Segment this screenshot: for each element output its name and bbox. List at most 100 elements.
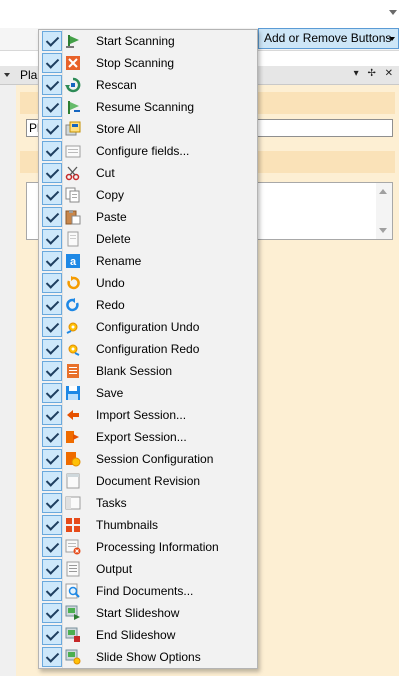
checkmark-icon[interactable] bbox=[42, 625, 62, 645]
menu-item-find-documents[interactable]: Find Documents... bbox=[40, 580, 256, 602]
menu-item-session-configuration[interactable]: Session Configuration bbox=[40, 448, 256, 470]
checkmark-icon[interactable] bbox=[42, 97, 62, 117]
menu-item-slide-show-options[interactable]: Slide Show Options bbox=[40, 646, 256, 668]
chevron-down-icon bbox=[389, 37, 395, 41]
checkmark-icon[interactable] bbox=[42, 559, 62, 579]
menu-item-label: Rename bbox=[96, 254, 142, 268]
delete-icon bbox=[65, 231, 81, 247]
checkmark-icon[interactable] bbox=[42, 163, 62, 183]
checkmark-icon[interactable] bbox=[42, 229, 62, 249]
menu-item-end-slideshow[interactable]: End Slideshow bbox=[40, 624, 256, 646]
paste-icon bbox=[65, 209, 81, 225]
checkmark-icon[interactable] bbox=[42, 75, 62, 95]
checkmark-icon[interactable] bbox=[42, 185, 62, 205]
menu-item-start-scanning[interactable]: Start Scanning bbox=[40, 30, 256, 52]
menu-item-label: Copy bbox=[96, 188, 125, 202]
configuration-undo-icon bbox=[65, 319, 81, 335]
chevron-down-icon[interactable] bbox=[4, 73, 10, 77]
menu-item-label: Start Scanning bbox=[96, 34, 175, 48]
menu-item-copy[interactable]: Copy bbox=[40, 184, 256, 206]
menu-item-label: Thumbnails bbox=[96, 518, 159, 532]
scroll-down-icon[interactable] bbox=[379, 228, 387, 233]
add-or-remove-buttons-button[interactable]: Add or Remove Buttons bbox=[258, 28, 399, 49]
scissors-icon bbox=[65, 165, 81, 181]
window-top-strip bbox=[0, 0, 399, 29]
menu-item-stop-scanning[interactable]: Stop Scanning bbox=[40, 52, 256, 74]
menu-item-cut[interactable]: Cut bbox=[40, 162, 256, 184]
start-scanning-icon bbox=[65, 33, 81, 49]
menu-item-export-session[interactable]: Export Session... bbox=[40, 426, 256, 448]
checkmark-icon[interactable] bbox=[42, 405, 62, 425]
start-slideshow-icon bbox=[65, 605, 81, 621]
menu-item-label: Document Revision bbox=[96, 474, 201, 488]
menu-item-blank-session[interactable]: Blank Session bbox=[40, 360, 256, 382]
menu-item-configuration-undo[interactable]: Configuration Undo bbox=[40, 316, 256, 338]
checkmark-icon[interactable] bbox=[42, 383, 62, 403]
menu-item-label: Output bbox=[96, 562, 133, 576]
menu-item-thumbnails[interactable]: Thumbnails bbox=[40, 514, 256, 536]
configure-fields-icon bbox=[65, 143, 81, 159]
checkmark-icon[interactable] bbox=[42, 141, 62, 161]
end-slideshow-icon bbox=[65, 627, 81, 643]
checkmark-icon[interactable] bbox=[42, 647, 62, 667]
scroll-up-icon[interactable] bbox=[379, 189, 387, 194]
session-configuration-icon bbox=[65, 451, 81, 467]
menu-item-configuration-redo[interactable]: Configuration Redo bbox=[40, 338, 256, 360]
menu-item-processing-information[interactable]: Processing Information bbox=[40, 536, 256, 558]
menu-item-rescan[interactable]: Rescan bbox=[40, 74, 256, 96]
checkmark-icon[interactable] bbox=[42, 471, 62, 491]
menu-item-label: Configuration Redo bbox=[96, 342, 200, 356]
checkmark-icon[interactable] bbox=[42, 317, 62, 337]
checkmark-icon[interactable] bbox=[42, 427, 62, 447]
menu-item-label: End Slideshow bbox=[96, 628, 176, 642]
menu-item-label: Paste bbox=[96, 210, 127, 224]
checkmark-icon[interactable] bbox=[42, 295, 62, 315]
menu-item-store-all[interactable]: Store All bbox=[40, 118, 256, 140]
menu-item-tasks[interactable]: Tasks bbox=[40, 492, 256, 514]
checkmark-icon[interactable] bbox=[42, 251, 62, 271]
menu-item-import-session[interactable]: Import Session... bbox=[40, 404, 256, 426]
menu-item-label: Redo bbox=[96, 298, 125, 312]
scroll-down-arrow-icon[interactable] bbox=[389, 10, 397, 15]
menu-item-rename[interactable]: a Rename bbox=[40, 250, 256, 272]
menu-item-redo[interactable]: Redo bbox=[40, 294, 256, 316]
menu-item-start-slideshow[interactable]: Start Slideshow bbox=[40, 602, 256, 624]
checkmark-icon[interactable] bbox=[42, 449, 62, 469]
add-remove-buttons-menu: Start Scanning Stop Scanning Rescan Resume … bbox=[38, 29, 258, 669]
checkmark-icon[interactable] bbox=[42, 361, 62, 381]
undo-icon bbox=[65, 275, 81, 291]
add-or-remove-buttons-label: Add or Remove Buttons bbox=[264, 31, 392, 45]
checkmark-icon[interactable] bbox=[42, 537, 62, 557]
configuration-redo-icon bbox=[65, 341, 81, 357]
checkmark-icon[interactable] bbox=[42, 53, 62, 73]
checkmark-icon[interactable] bbox=[42, 493, 62, 513]
checkmark-icon[interactable] bbox=[42, 603, 62, 623]
menu-item-delete[interactable]: Delete bbox=[40, 228, 256, 250]
menu-item-paste[interactable]: Paste bbox=[40, 206, 256, 228]
menu-item-label: Resume Scanning bbox=[96, 100, 195, 114]
checkmark-icon[interactable] bbox=[42, 207, 62, 227]
menu-item-output[interactable]: Output bbox=[40, 558, 256, 580]
menu-item-label: Tasks bbox=[96, 496, 127, 510]
checkmark-icon[interactable] bbox=[42, 515, 62, 535]
checkmark-icon[interactable] bbox=[42, 31, 62, 51]
slide-show-options-icon bbox=[65, 649, 81, 665]
menu-item-label: Processing Information bbox=[96, 540, 219, 554]
checkmark-icon[interactable] bbox=[42, 339, 62, 359]
processing-information-icon bbox=[65, 539, 81, 555]
textarea-scrollbar[interactable] bbox=[376, 183, 392, 239]
menu-item-label: Find Documents... bbox=[96, 584, 194, 598]
redo-icon bbox=[65, 297, 81, 313]
menu-item-label: Save bbox=[96, 386, 124, 400]
menu-item-document-revision[interactable]: Document Revision bbox=[40, 470, 256, 492]
menu-item-configure-fields[interactable]: Configure fields... bbox=[40, 140, 256, 162]
checkmark-icon[interactable] bbox=[42, 581, 62, 601]
checkmark-icon[interactable] bbox=[42, 273, 62, 293]
menu-item-label: Stop Scanning bbox=[96, 56, 175, 70]
menu-item-undo[interactable]: Undo bbox=[40, 272, 256, 294]
checkmark-icon[interactable] bbox=[42, 119, 62, 139]
menu-item-save[interactable]: Save bbox=[40, 382, 256, 404]
panel-controls[interactable]: ▾ ✢ ✕ bbox=[354, 68, 396, 79]
menu-item-label: Undo bbox=[96, 276, 125, 290]
menu-item-resume-scanning[interactable]: Resume Scanning bbox=[40, 96, 256, 118]
